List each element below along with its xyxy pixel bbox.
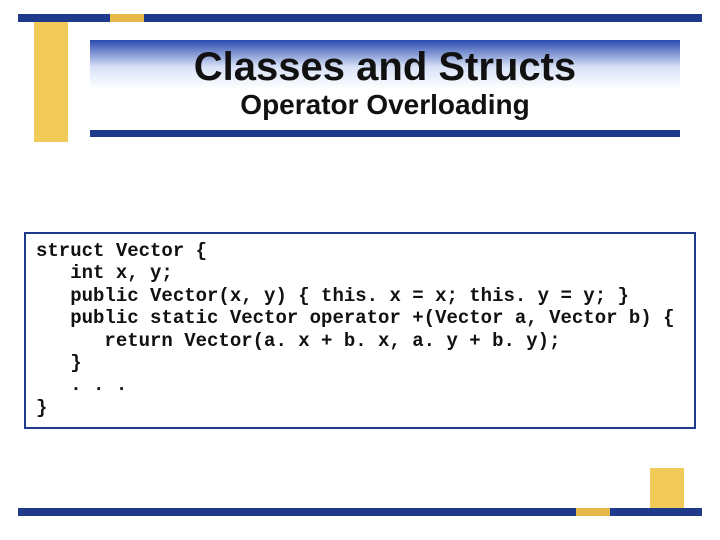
code-line: struct Vector { [36, 240, 207, 262]
code-line: . . . [36, 374, 127, 396]
code-line: return Vector(a. x + b. x, a. y + b. y); [36, 330, 561, 352]
top-divider-accent [110, 14, 144, 22]
code-block: struct Vector { int x, y; public Vector(… [24, 232, 696, 429]
code-line: public static Vector operator +(Vector a… [36, 307, 675, 329]
title-underline [90, 130, 680, 137]
slide-title: Classes and Structs [90, 44, 680, 90]
code-line: public Vector(x, y) { this. x = x; this.… [36, 285, 629, 307]
slide-subtitle: Operator Overloading [90, 90, 680, 121]
code-line: } [36, 397, 47, 419]
code-line: } [36, 352, 82, 374]
bottom-divider-accent [576, 508, 610, 516]
left-gold-block [34, 22, 68, 142]
right-gold-block [650, 468, 684, 508]
title-block: Classes and Structs Operator Overloading [90, 40, 680, 130]
code-line: int x, y; [36, 262, 173, 284]
